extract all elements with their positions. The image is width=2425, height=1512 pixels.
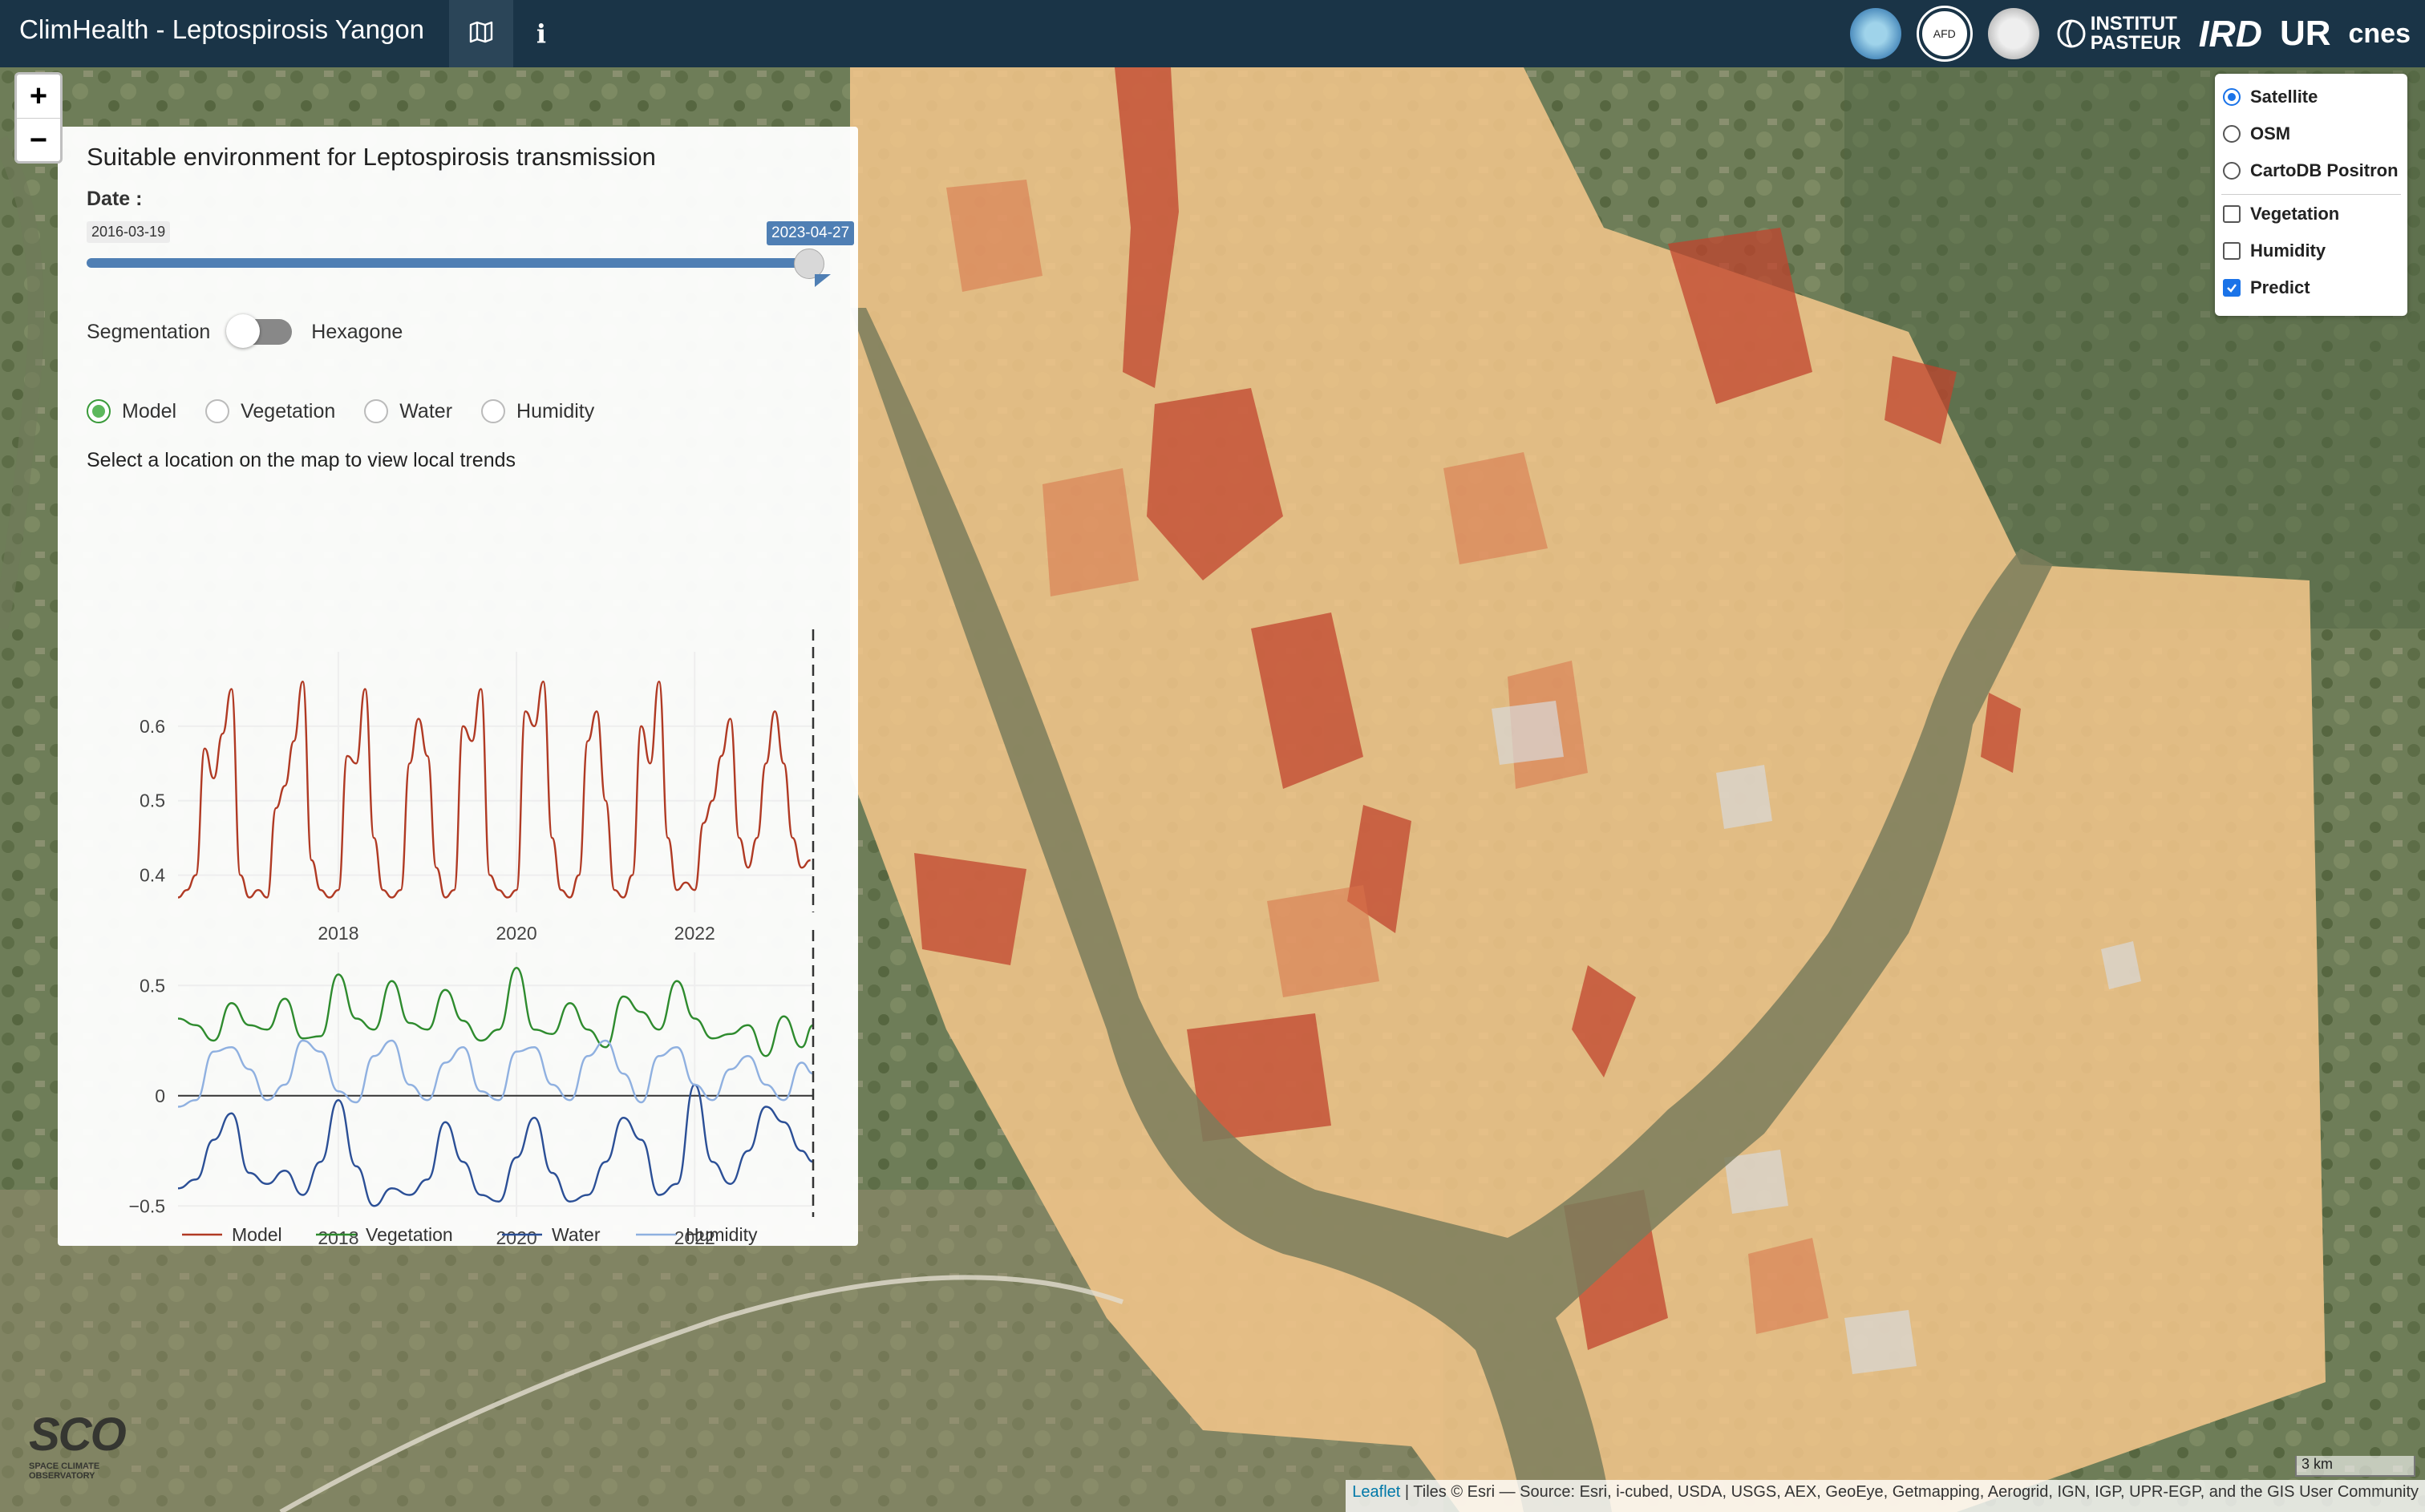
legend-label-humidity: Humidity xyxy=(686,1224,758,1245)
info-icon: i xyxy=(536,18,547,49)
radio-water[interactable]: Water xyxy=(364,399,452,423)
legend-label-model: Model xyxy=(232,1224,282,1245)
university-seal-logo xyxy=(1987,8,2039,59)
layer-label: Humidity xyxy=(2250,241,2326,261)
map-attribution: Leaflet | Tiles © Esri — Source: Esri, i… xyxy=(1346,1480,2425,1512)
radio-button[interactable] xyxy=(2223,88,2241,106)
layer-label: CartoDB Positron xyxy=(2250,160,2399,180)
date-slider-track[interactable] xyxy=(87,258,808,268)
date-label: Date : xyxy=(87,188,143,210)
cnes-logo: cnes xyxy=(2348,18,2411,49)
x-tick-label: 2020 xyxy=(496,923,537,944)
layer-label: Predict xyxy=(2250,277,2310,297)
y-tick-label: 0 xyxy=(155,1085,165,1106)
layer-label: Vegetation xyxy=(2250,204,2340,224)
radio-vegetation[interactable]: Vegetation xyxy=(205,399,335,423)
radio-button[interactable] xyxy=(481,399,506,423)
layer-label: Satellite xyxy=(2250,87,2318,107)
x-tick-label: 2018 xyxy=(318,923,358,944)
toggle-left-label: Segmentation xyxy=(87,320,211,343)
radio-button[interactable] xyxy=(364,399,389,423)
partner-logos: AFD INSTITUT PASTEUR IRD UR cnes xyxy=(1849,0,2411,67)
leaflet-link[interactable]: Leaflet xyxy=(1352,1483,1400,1501)
series-line-humidity xyxy=(177,1039,814,1108)
panel-title: Suitable environment for Leptospirosis t… xyxy=(87,143,656,171)
app-title: ClimHealth - Leptospirosis Yangon xyxy=(19,14,425,44)
segmentation-hexagone-switch[interactable] xyxy=(226,314,293,348)
radio-button[interactable] xyxy=(205,399,230,423)
radio-button[interactable] xyxy=(2223,162,2241,180)
segmentation-toggle-row: Segmentation Hexagone xyxy=(87,314,403,348)
x-tick-label: 2020 xyxy=(496,1227,537,1248)
radio-label: Vegetation xyxy=(241,399,336,422)
y-tick-label: 0.5 xyxy=(140,790,165,811)
checkbox-checked[interactable] xyxy=(2223,279,2241,297)
date-current-label: 2023-04-27 xyxy=(767,221,855,245)
checkbox[interactable] xyxy=(2223,205,2241,223)
layer-satellite[interactable]: Satellite xyxy=(2223,87,2318,107)
sco-logo: SCO SPACE CLIMATE OBSERVATORY xyxy=(29,1409,127,1482)
overlay-vegetation[interactable]: Vegetation xyxy=(2223,204,2339,224)
ur-logo: UR xyxy=(2279,14,2331,53)
tiles-credit: | Tiles © Esri — Source: Esri, i-cubed, … xyxy=(1400,1483,2419,1501)
control-panel: Suitable environment for Leptospirosis t… xyxy=(58,127,858,1249)
radio-model[interactable]: Model xyxy=(87,399,176,423)
date-min-label: 2016-03-19 xyxy=(87,221,171,243)
ird-logo: IRD xyxy=(2198,13,2262,55)
radio-label: Water xyxy=(399,399,453,422)
y-tick-label: 0.6 xyxy=(140,716,165,737)
pasteur-logo: INSTITUT PASTEUR xyxy=(2057,14,2181,53)
info-tab[interactable]: i xyxy=(513,0,569,67)
map-scale: 3 km xyxy=(2295,1456,2415,1477)
toggle-right-label: Hexagone xyxy=(311,320,403,343)
radio-humidity[interactable]: Humidity xyxy=(481,399,594,423)
radio-label: Humidity xyxy=(516,399,595,422)
layer-osm[interactable]: OSM xyxy=(2223,123,2290,144)
series-line-water xyxy=(177,1083,814,1207)
location-hint: Select a location on the map to view loc… xyxy=(87,449,516,471)
scenarii-logo xyxy=(1849,8,1901,59)
pasteur-mark-icon xyxy=(2057,19,2086,48)
layer-cartodb-positron[interactable]: CartoDB Positron xyxy=(2223,160,2399,181)
legend-label-vegetation: Vegetation xyxy=(366,1224,453,1245)
radio-button[interactable] xyxy=(2223,125,2241,143)
legend-label-water: Water xyxy=(552,1224,601,1245)
layer-control: Satellite OSM CartoDB Positron Vegetatio… xyxy=(2215,74,2407,316)
series-line-model xyxy=(177,680,811,899)
variable-radio-group: Model Vegetation Water Humidity xyxy=(87,399,623,423)
top-navbar: ClimHealth - Leptospirosis Yangon i AFD … xyxy=(0,0,2425,67)
series-line-vegetation xyxy=(177,967,814,1057)
zoom-control: + − xyxy=(14,72,63,164)
checkbox[interactable] xyxy=(2223,242,2241,260)
y-tick-label: 0.5 xyxy=(140,975,165,996)
trend-charts[interactable]: 0.40.50.62018 2020 2022−0.500.52018 2020 202… xyxy=(58,503,858,1249)
overlay-humidity[interactable]: Humidity xyxy=(2223,241,2326,261)
overlay-predict[interactable]: Predict xyxy=(2223,277,2310,298)
radio-label: Model xyxy=(122,399,177,422)
layer-label: OSM xyxy=(2250,123,2291,144)
zoom-in-button[interactable]: + xyxy=(17,75,60,119)
afd-logo: AFD xyxy=(1918,8,1970,59)
zoom-out-button[interactable]: − xyxy=(17,119,60,162)
y-tick-label: 0.4 xyxy=(140,865,165,886)
layer-divider xyxy=(2221,194,2401,195)
y-tick-label: −0.5 xyxy=(129,1195,165,1216)
x-tick-label: 2018 xyxy=(318,1227,358,1248)
switch-knob xyxy=(226,314,261,348)
x-tick-label: 2022 xyxy=(674,923,715,944)
radio-button[interactable] xyxy=(87,399,111,423)
map-tab[interactable] xyxy=(449,0,513,67)
check-icon xyxy=(2227,284,2237,293)
play-triangle-icon[interactable] xyxy=(813,273,832,289)
map-icon xyxy=(469,21,493,47)
